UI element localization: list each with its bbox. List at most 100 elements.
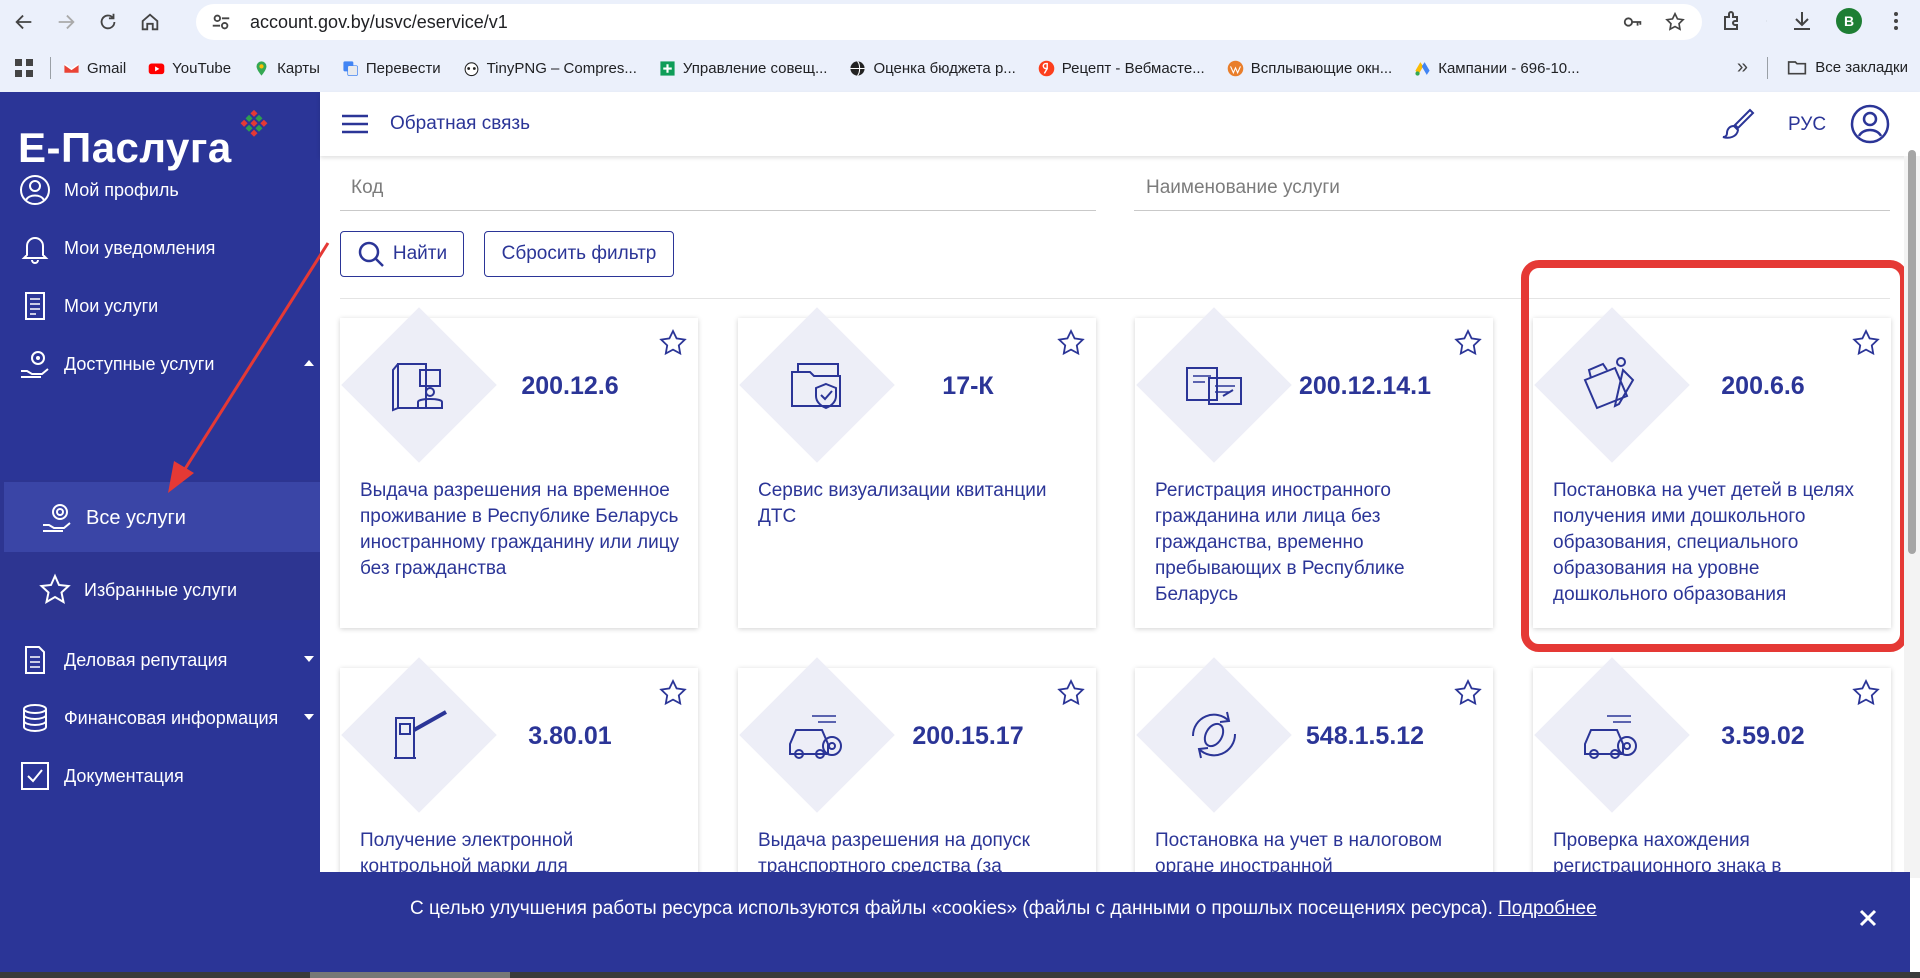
chevron-down-icon[interactable] bbox=[304, 714, 314, 720]
favorite-star-icon[interactable] bbox=[1056, 328, 1086, 358]
bookmark-label: Всплывающие окн... bbox=[1250, 59, 1393, 77]
menu-dots-icon[interactable] bbox=[1884, 9, 1908, 33]
cookie-message: С целью улучшения работы ресурса использ… bbox=[410, 898, 1499, 919]
favorite-star-icon[interactable] bbox=[658, 678, 688, 708]
barrier-icon bbox=[394, 710, 447, 759]
plus-green-icon bbox=[660, 60, 675, 76]
yandex-icon bbox=[1038, 60, 1055, 76]
back-button[interactable] bbox=[6, 4, 42, 40]
service-code: 17-К bbox=[942, 372, 994, 400]
document-list-icon bbox=[25, 292, 45, 320]
favorite-star-icon[interactable] bbox=[658, 328, 688, 358]
reload-icon bbox=[100, 13, 116, 30]
bookmark-label: Рецепт - Вебмасте... bbox=[1061, 59, 1205, 77]
code-filter-underline bbox=[340, 210, 1096, 211]
search-button-label: Найти bbox=[392, 243, 448, 264]
search-icon bbox=[358, 241, 384, 267]
gmail-icon bbox=[64, 63, 79, 73]
bookmark-popups[interactable]: Всплывающие окн... bbox=[1227, 60, 1392, 77]
bell-icon bbox=[21, 237, 49, 264]
home-button[interactable] bbox=[132, 4, 168, 40]
favorite-star-icon[interactable] bbox=[1851, 678, 1881, 708]
bookmark-webmaster[interactable]: Рецепт - Вебмасте... bbox=[1038, 60, 1205, 77]
bookmark-meetings[interactable]: Управление совещ... bbox=[659, 60, 827, 77]
service-card[interactable]: 548.1.5.12 Постановка на учет в налогово… bbox=[1135, 657, 1493, 878]
download-icon[interactable] bbox=[1790, 9, 1814, 33]
horizontal-scrollbar-thumb[interactable] bbox=[310, 972, 510, 978]
service-title[interactable]: Выдача разрешения на временное проживани… bbox=[360, 478, 680, 582]
sidebar-item-business-reputation[interactable]: Деловая репутация bbox=[0, 632, 320, 688]
language-switcher[interactable]: РУС bbox=[1788, 114, 1826, 136]
bookmark-campaigns[interactable]: Кампании - 696-10... bbox=[1414, 60, 1580, 77]
service-card[interactable]: 200.12.14.1 Регистрация иностранного гра… bbox=[1135, 307, 1493, 628]
annotation-arrow-icon bbox=[168, 242, 330, 493]
service-title[interactable]: Регистрация иностранного гражданина или … bbox=[1155, 478, 1475, 608]
residence-permit-icon bbox=[392, 363, 443, 412]
close-icon[interactable] bbox=[1858, 908, 1878, 928]
service-card[interactable]: 17-К Сервис визуализации квитанции ДТС bbox=[738, 307, 1096, 628]
sidebar-item-label: Мои услуги bbox=[64, 295, 159, 316]
address-bar[interactable]: account.gov.by/usvc/eservice/v1 bbox=[196, 4, 1702, 40]
all-bookmarks-button[interactable]: Все закладки bbox=[1787, 57, 1908, 77]
scrollbar-thumb[interactable] bbox=[1908, 150, 1916, 554]
chevron-down-icon[interactable] bbox=[304, 656, 314, 662]
service-card[interactable]: 200.12.6 Выдача разрешения на временное … bbox=[340, 307, 698, 628]
hamburger-menu-icon[interactable] bbox=[342, 114, 368, 134]
brush-icon[interactable] bbox=[1720, 106, 1756, 142]
sidebar-item-my-profile[interactable]: Мой профиль bbox=[0, 162, 320, 218]
horizontal-scrollbar[interactable] bbox=[0, 972, 1920, 978]
sidebar-item-label: Все услуги bbox=[86, 506, 186, 529]
bookmark-maps[interactable]: Карты bbox=[253, 60, 320, 77]
favorite-star-icon[interactable] bbox=[1453, 328, 1483, 358]
service-card[interactable]: 3.59.02 Проверка нахождения регистрацион… bbox=[1533, 657, 1891, 878]
bookmark-gmail[interactable]: Gmail bbox=[63, 60, 126, 77]
youtube-icon bbox=[148, 63, 165, 74]
forward-button[interactable] bbox=[48, 4, 84, 40]
sidebar-item-financial-info[interactable]: Финансовая информация bbox=[0, 690, 320, 746]
favorite-star-icon[interactable] bbox=[1453, 678, 1483, 708]
sidebar-item-all-services[interactable]: Все услуги bbox=[0, 490, 320, 546]
wordpress-icon bbox=[1227, 60, 1244, 76]
service-card[interactable]: 3.80.01 Получение электронной контрольно… bbox=[340, 657, 698, 878]
checkbox-icon bbox=[21, 762, 49, 790]
globe-icon bbox=[850, 60, 866, 76]
bookmark-translate[interactable]: Перевести bbox=[342, 60, 441, 77]
user-circle-icon bbox=[20, 175, 50, 205]
bookmark-youtube[interactable]: YouTube bbox=[148, 60, 231, 77]
service-title[interactable]: Сервис визуализации квитанции ДТС bbox=[758, 478, 1078, 530]
star-icon bbox=[39, 573, 71, 605]
profile-avatar[interactable]: B bbox=[1836, 8, 1862, 34]
service-name-filter-input[interactable]: Наименование услуги bbox=[1146, 177, 1340, 199]
sidebar-item-favorite-services[interactable]: Избранные услуги bbox=[0, 562, 320, 618]
favorite-star-icon[interactable] bbox=[1056, 678, 1086, 708]
bookmark-tinypng[interactable]: TinyPNG – Compres... bbox=[463, 60, 637, 77]
folder-icon bbox=[1788, 61, 1807, 75]
search-button[interactable]: Найти bbox=[340, 231, 464, 277]
registration-documents-icon bbox=[1186, 367, 1242, 405]
reload-button[interactable] bbox=[90, 4, 126, 40]
bookmarks-divider bbox=[1767, 57, 1768, 79]
more-bookmarks-button[interactable]: » bbox=[1737, 56, 1748, 79]
hand-gear-icon bbox=[43, 504, 71, 532]
bookmark-star-icon[interactable] bbox=[1664, 11, 1686, 33]
bookmark-budget[interactable]: Оценка бюджета р... bbox=[849, 60, 1016, 77]
sidebar-item-documentation[interactable]: Документация bbox=[0, 748, 320, 804]
service-card[interactable]: 200.15.17 Выдача разрешения на допуск тр… bbox=[738, 657, 1096, 878]
browser-toolbar: account.gov.by/usvc/eservice/v1 B bbox=[0, 0, 1920, 44]
bookmark-label: YouTube bbox=[172, 59, 232, 77]
bookmark-label: Gmail bbox=[87, 59, 127, 77]
feedback-link[interactable]: Обратная связь bbox=[390, 113, 530, 135]
sidebar-item-label: Избранные услуги bbox=[84, 579, 238, 600]
user-account-icon[interactable] bbox=[1850, 104, 1890, 144]
car-gear-icon bbox=[789, 715, 842, 759]
reset-filter-button[interactable]: Сбросить фильтр bbox=[484, 231, 674, 277]
service-code: 3.59.02 bbox=[1721, 722, 1805, 750]
code-filter-input[interactable]: Код bbox=[351, 177, 383, 199]
url-text[interactable]: account.gov.by/usvc/eservice/v1 bbox=[250, 12, 508, 33]
extensions-icon[interactable] bbox=[1720, 9, 1744, 33]
cookie-more-link[interactable]: Подробнее bbox=[1498, 898, 1597, 919]
key-icon[interactable] bbox=[1622, 11, 1644, 33]
site-settings-icon[interactable] bbox=[210, 11, 232, 33]
apps-grid-icon[interactable] bbox=[12, 56, 36, 80]
all-bookmarks-label: Все закладки bbox=[1815, 58, 1908, 76]
